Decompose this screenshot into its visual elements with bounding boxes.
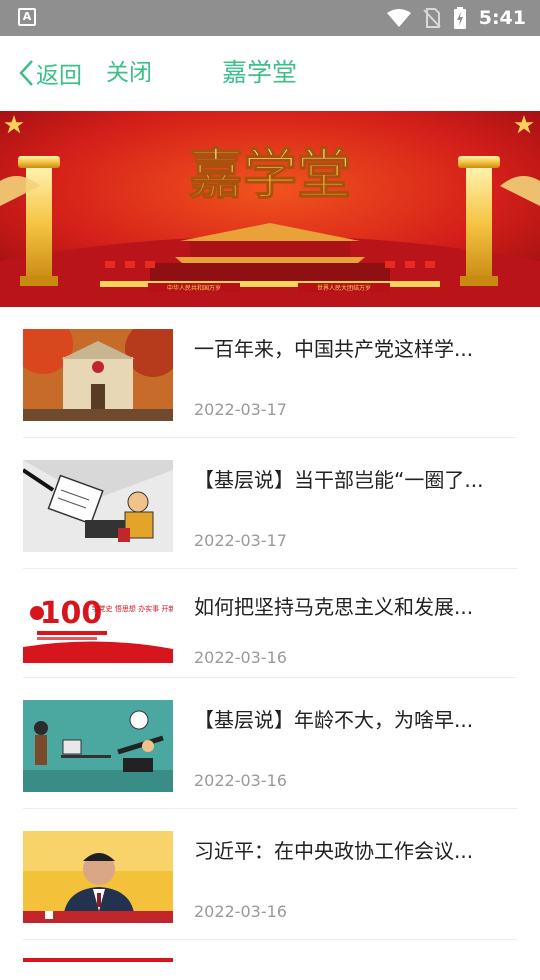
article-item[interactable]: 一百年来，中国共产党这样学... 2022-03-17 bbox=[23, 307, 517, 438]
back-button[interactable]: 返回 bbox=[18, 56, 82, 90]
page-title: 嘉学堂 bbox=[222, 58, 298, 87]
banner-title: 嘉学堂 bbox=[189, 143, 351, 206]
clock: 5:41 bbox=[478, 7, 526, 29]
article-date: 2022-03-16 bbox=[194, 648, 287, 667]
partial-thumbnail-image bbox=[23, 958, 173, 962]
wifi-icon bbox=[386, 9, 411, 27]
battery-charging-icon bbox=[453, 7, 466, 29]
svg-text:学党史 悟思想 办实事 开新局: 学党史 悟思想 办实事 开新局 bbox=[92, 604, 173, 613]
cartoon-official-document-image bbox=[23, 460, 173, 552]
article-item[interactable]: 100 学党史 悟思想 办实事 开新局 如何把坚持马克思主义和发展... 202… bbox=[23, 569, 517, 678]
party-100-years-image: 100 学党史 悟思想 办实事 开新局 bbox=[23, 583, 173, 663]
article-date: 2022-03-17 bbox=[194, 531, 287, 550]
article-date: 2022-03-17 bbox=[194, 400, 287, 419]
speaker-portrait-image bbox=[23, 831, 173, 923]
article-title: 如何把坚持马克思主义和发展... bbox=[194, 595, 474, 619]
article-title: 一百年来，中国共产党这样学... bbox=[194, 337, 474, 361]
article-title: 习近平：在中央政协工作会议... bbox=[194, 839, 474, 863]
back-label: 返回 bbox=[36, 63, 82, 89]
article-date: 2022-03-16 bbox=[194, 771, 287, 790]
banner-image: 嘉学堂 中华人民共和国万岁 世界人民大团结万岁 bbox=[0, 111, 540, 307]
red-building-autumn-image bbox=[23, 329, 173, 421]
chevron-left-icon bbox=[19, 60, 33, 86]
article-date: 2022-03-16 bbox=[194, 902, 287, 921]
article-list: 一百年来，中国共产党这样学... 2022-03-17 【基层说】当干部岂能“一… bbox=[0, 307, 540, 980]
no-sim-icon bbox=[423, 8, 441, 28]
status-bar: A 5:41 bbox=[0, 0, 540, 36]
cartoon-lazy-worker-image bbox=[23, 700, 173, 792]
article-item[interactable]: 【基层说】当干部岂能“一圈了... 2022-03-17 bbox=[23, 438, 517, 569]
navigation-bar: 返回 关闭 嘉学堂 bbox=[0, 36, 540, 111]
banner-left-slogan: 中华人民共和国万岁 bbox=[167, 284, 221, 292]
banner-right-slogan: 世界人民大团结万岁 bbox=[317, 284, 371, 292]
article-item[interactable]: 习近平：在中央政协工作会议... 2022-03-16 bbox=[23, 809, 517, 940]
article-title: 【基层说】年龄不大，为啥早... bbox=[194, 708, 474, 732]
app-notification-icon: A bbox=[18, 8, 36, 26]
article-item[interactable]: 【基层说】年龄不大，为啥早... 2022-03-16 bbox=[23, 678, 517, 809]
svg-text:100: 100 bbox=[40, 596, 103, 631]
article-title: 【基层说】当干部岂能“一圈了... bbox=[194, 468, 484, 492]
status-icons: 5:41 bbox=[386, 0, 526, 36]
hero-banner[interactable]: 嘉学堂 中华人民共和国万岁 世界人民大团结万岁 bbox=[0, 111, 540, 307]
close-button[interactable]: 关闭 bbox=[106, 56, 152, 90]
article-item-partial[interactable] bbox=[23, 940, 517, 980]
